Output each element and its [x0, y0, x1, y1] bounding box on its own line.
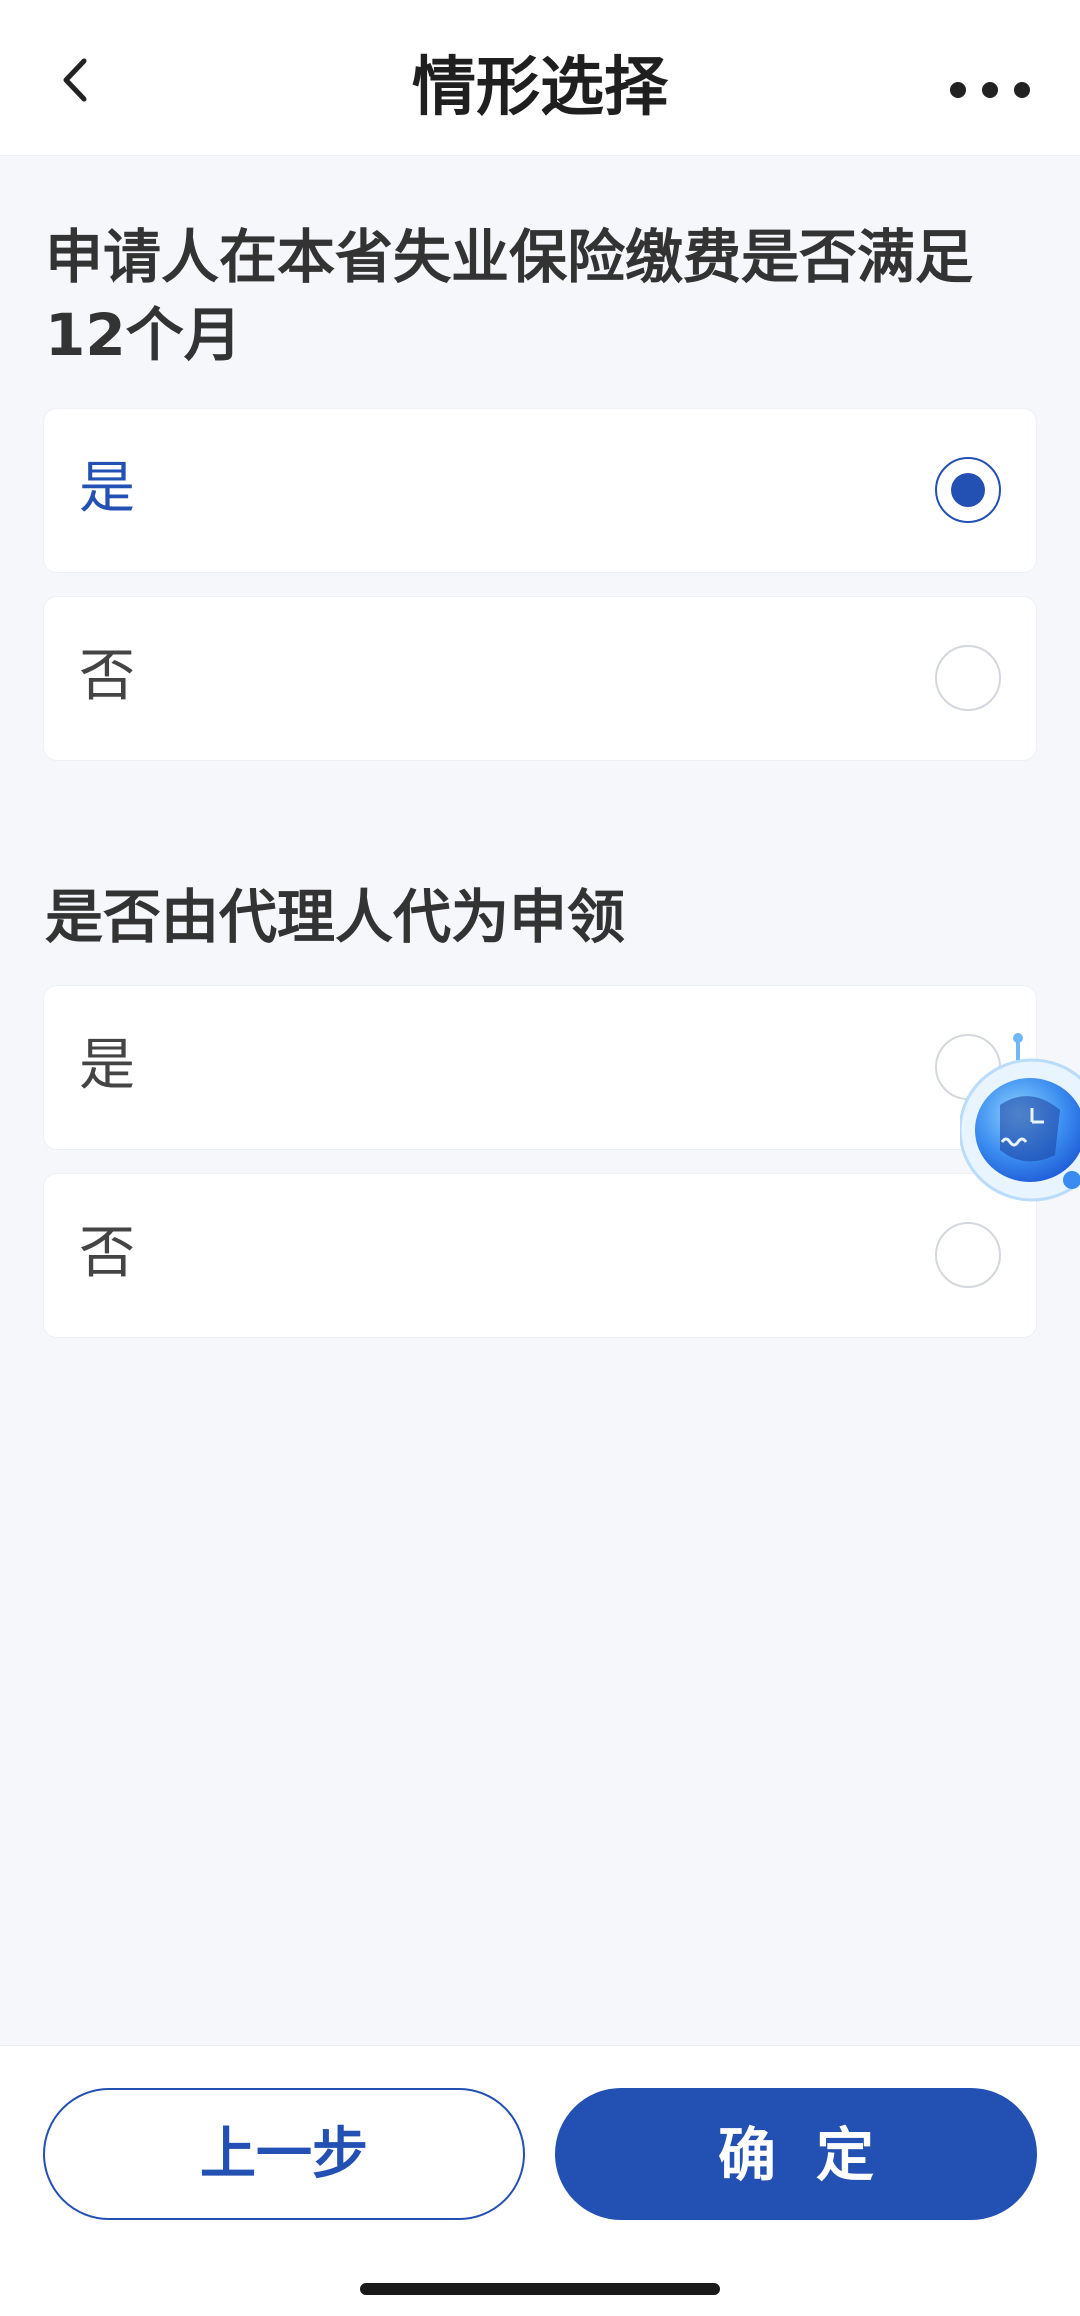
top-bar: 情形选择 — [0, 0, 1080, 156]
option-label: 是 — [79, 1033, 135, 1098]
radio-button[interactable] — [935, 645, 1001, 711]
option-label: 是 — [79, 456, 135, 521]
home-indicator — [360, 2283, 720, 2295]
assistant-button[interactable] — [958, 1030, 1080, 1230]
radio-button[interactable] — [935, 1222, 1001, 1288]
more-button[interactable] — [950, 70, 1030, 110]
option-label: 否 — [79, 1221, 135, 1286]
question-title: 申请人在本省失业保险缴费是否满足12个月 — [45, 223, 974, 369]
more-horizontal-icon — [1014, 82, 1030, 98]
previous-step-button[interactable]: 上一步 — [43, 2088, 525, 2220]
more-horizontal-icon — [982, 82, 998, 98]
radio-button[interactable] — [935, 457, 1001, 523]
option-no[interactable]: 否 — [43, 1173, 1037, 1338]
confirm-button[interactable]: 确定 — [555, 2088, 1037, 2220]
bottom-action-bar: 上一步 确定 — [0, 2045, 1080, 2316]
page-title: 情形选择 — [412, 51, 668, 125]
option-yes[interactable]: 是 — [43, 408, 1037, 573]
more-horizontal-icon — [950, 82, 966, 98]
question-title: 是否由代理人代为申领 — [45, 883, 626, 951]
option-label: 否 — [79, 644, 135, 709]
robot-assistant-icon — [958, 1033, 1080, 1202]
option-no[interactable]: 否 — [43, 596, 1037, 761]
option-yes[interactable]: 是 — [43, 985, 1037, 1150]
